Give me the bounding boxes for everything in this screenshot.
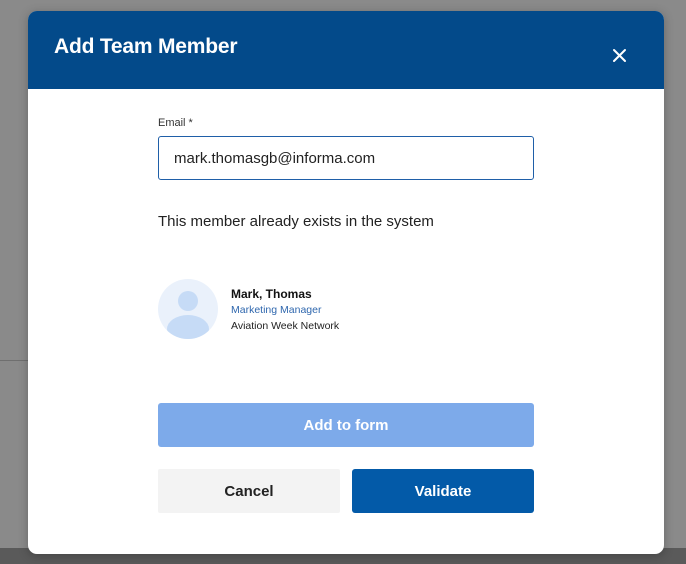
close-button[interactable] xyxy=(604,37,634,67)
add-to-form-button[interactable]: Add to form xyxy=(158,403,534,447)
cancel-button[interactable]: Cancel xyxy=(158,469,340,513)
add-team-member-dialog: Add Team Member Email * This member alre… xyxy=(28,11,664,554)
member-role: Marketing Manager xyxy=(231,304,322,316)
user-avatar-icon xyxy=(167,291,209,339)
member-name: Mark, Thomas xyxy=(231,287,312,301)
email-input[interactable] xyxy=(158,136,534,180)
dialog-title: Add Team Member xyxy=(54,35,238,58)
member-exists-message: This member already exists in the system xyxy=(158,213,434,230)
dialog-header: Add Team Member xyxy=(28,11,664,89)
validate-button[interactable]: Validate xyxy=(352,469,534,513)
close-icon xyxy=(612,49,626,62)
backdrop-divider xyxy=(0,360,28,361)
email-label: Email * xyxy=(158,117,193,129)
member-company: Aviation Week Network xyxy=(231,320,340,332)
avatar xyxy=(158,279,218,339)
